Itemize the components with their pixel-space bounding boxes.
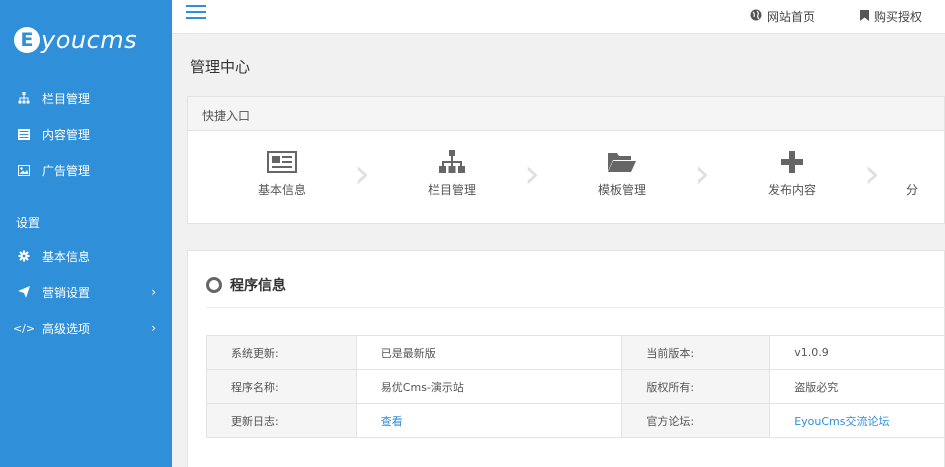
- label-copyright: 版权所有:: [621, 369, 771, 404]
- value-program-name: 易优Cms-演示站: [355, 369, 623, 404]
- quick-item-column-management[interactable]: 栏目管理: [392, 147, 512, 198]
- quick-item-publish-content[interactable]: 发布内容: [732, 147, 852, 198]
- quick-item-label: 发布内容: [767, 183, 816, 197]
- quick-item-template-management[interactable]: 模板管理: [562, 147, 682, 198]
- sidebar-item-ad-management[interactable]: 广告管理: [0, 152, 172, 188]
- program-info-header: 程序信息: [206, 275, 286, 295]
- chevron-right-icon: ›: [151, 285, 156, 299]
- plus-icon: [732, 147, 852, 177]
- program-info-table: 系统更新: 已是最新版 当前版本: v1.0.9 程序名称: 易优Cms-演示站…: [206, 335, 945, 438]
- chevron-separator-icon: ›: [524, 151, 540, 197]
- sidebar-group-settings: 设置: [16, 216, 41, 230]
- quick-item-label: 基本信息: [257, 183, 306, 197]
- logo-mark: E: [14, 27, 40, 53]
- site-home-link[interactable]: 网站首页: [750, 8, 815, 25]
- sidebar-item-label: 高级选项: [42, 321, 91, 336]
- paper-plane-icon: [16, 286, 32, 298]
- quick-entry-panel: 快捷入口 基本信息 › 栏目管理 › 模板管理 › 发布内容 › 分: [187, 96, 945, 224]
- menu-toggle-icon[interactable]: [186, 5, 206, 21]
- value-copyright: 盗版必究: [769, 369, 945, 404]
- logo[interactable]: E youcms: [0, 0, 172, 80]
- sidebar-item-label: 基本信息: [42, 249, 91, 264]
- view-changelog-link[interactable]: 查看: [355, 403, 623, 438]
- code-icon: </>: [12, 321, 36, 335]
- quick-item-basic-info[interactable]: 基本信息: [222, 147, 342, 198]
- sidebar-item-label: 营销设置: [42, 285, 91, 300]
- image-icon: [16, 164, 32, 176]
- sitemap-icon: [16, 92, 32, 104]
- quick-item-label: 栏目管理: [427, 183, 476, 197]
- gear-icon: [16, 250, 32, 262]
- sidebar-item-label: 广告管理: [42, 163, 91, 178]
- sidebar-item-column-management[interactable]: 栏目管理: [0, 80, 172, 116]
- sidebar-item-marketing-settings[interactable]: 营销设置 ›: [0, 274, 172, 310]
- chevron-separator-icon: ›: [694, 151, 710, 197]
- quick-item-label: 分: [906, 183, 919, 197]
- label-system-update: 系统更新:: [206, 335, 357, 370]
- chevron-separator-icon: ›: [864, 151, 880, 197]
- sidebar-item-label: 内容管理: [42, 127, 91, 142]
- logo-text: youcms: [41, 26, 138, 54]
- program-info-panel: 程序信息 系统更新: 已是最新版 当前版本: v1.0.9 程序名称: 易优Cm…: [187, 250, 945, 467]
- site-home-label: 网站首页: [767, 10, 816, 24]
- official-forum-link[interactable]: EyouCms交流论坛: [769, 403, 945, 438]
- topbar: 网站首页 购买授权: [172, 0, 945, 34]
- buy-license-link[interactable]: 购买授权: [860, 8, 922, 25]
- buy-license-label: 购买授权: [874, 10, 923, 24]
- newspaper-icon: [222, 147, 342, 177]
- sidebar: E youcms 栏目管理 内容管理 广告管理 设置 基本信息 营销设置 › <…: [0, 0, 172, 467]
- label-program-name: 程序名称:: [206, 369, 357, 404]
- table-row: 更新日志: 查看 官方论坛: EyouCms交流论坛: [206, 403, 945, 438]
- quick-item-label: 模板管理: [597, 183, 646, 197]
- table-row: 系统更新: 已是最新版 当前版本: v1.0.9: [206, 335, 945, 370]
- partial-icon: [902, 147, 945, 177]
- value-system-update: 已是最新版: [355, 335, 623, 370]
- label-current-version: 当前版本:: [621, 335, 771, 370]
- sidebar-item-content-management[interactable]: 内容管理: [0, 116, 172, 152]
- sidebar-item-basic-info[interactable]: 基本信息: [0, 238, 172, 274]
- sitemap-icon: [392, 147, 512, 177]
- label-official-forum: 官方论坛:: [621, 403, 771, 438]
- chevron-right-icon: ›: [151, 321, 156, 335]
- chevron-separator-icon: ›: [354, 151, 370, 197]
- globe-icon: [750, 9, 762, 24]
- label-changelog: 更新日志:: [206, 403, 357, 438]
- page-title: 管理中心: [190, 58, 251, 76]
- quick-item-partial[interactable]: 分: [902, 147, 945, 198]
- folder-open-icon: [562, 147, 682, 177]
- table-row: 程序名称: 易优Cms-演示站 版权所有: 盗版必究: [206, 369, 945, 404]
- bookmark-icon: [860, 9, 869, 24]
- gear-circle-icon: [206, 277, 222, 293]
- list-icon: [16, 128, 32, 140]
- quick-entry-row: 基本信息 › 栏目管理 › 模板管理 › 发布内容 › 分: [188, 131, 944, 223]
- program-info-title: 程序信息: [230, 278, 286, 294]
- sidebar-item-label: 栏目管理: [42, 91, 91, 106]
- quick-entry-title: 快捷入口: [188, 97, 944, 131]
- sidebar-item-advanced-options[interactable]: </> 高级选项 ›: [0, 310, 172, 346]
- value-current-version: v1.0.9: [769, 335, 945, 370]
- divider: [206, 307, 945, 308]
